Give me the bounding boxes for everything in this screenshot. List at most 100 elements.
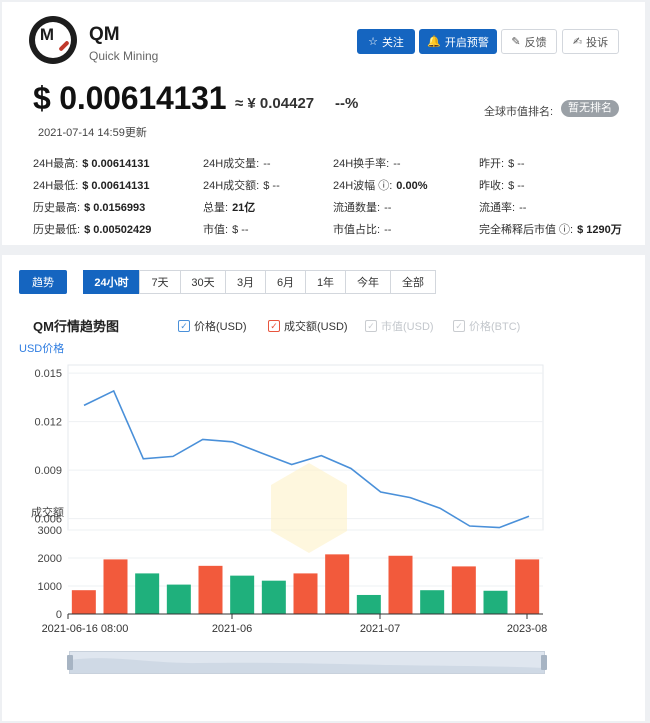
- stat-value: 21亿: [232, 202, 256, 214]
- button-label: 投诉: [586, 36, 609, 49]
- x-tick-label: 2023-08: [507, 623, 547, 635]
- coin-name: Quick Mining: [89, 49, 159, 63]
- x-tick-label: 2021-06-16 08:00: [42, 623, 129, 635]
- stat-item: 24H波幅 ⓘ: 0.00%: [333, 177, 428, 193]
- stat-label: 总量:: [203, 202, 229, 214]
- button-label: 关注: [381, 36, 404, 49]
- y-tick-label: 0.012: [34, 417, 62, 429]
- button-label: 开启预警: [444, 36, 489, 49]
- stat-label: 完全稀释后市值 ⓘ:: [479, 224, 574, 236]
- stat-value: $ 0.00614131: [82, 158, 150, 170]
- stat-item: 流通率: --: [479, 199, 526, 215]
- volume-bar: [483, 590, 508, 614]
- y-tick-label: 0: [56, 609, 62, 621]
- volume-bar: [230, 575, 255, 614]
- volume-bar: [515, 559, 540, 614]
- stat-label: 24H波幅 ⓘ:: [333, 180, 393, 192]
- stat-value: $ 0.00502429: [84, 224, 152, 236]
- chart-card: 趋势 24小时 7天 30天 3月 6月 1年 今年 全部 QM行情趋势图 ✓ 价格(USD) ✓…: [2, 255, 645, 721]
- volume-bar: [325, 554, 350, 614]
- stat-value: $ --: [263, 180, 280, 192]
- star-icon: ☆: [368, 36, 378, 48]
- stat-label: 24H换手率:: [333, 158, 390, 170]
- stat-label: 市值占比:: [333, 224, 381, 236]
- stat-label: 24H最高:: [33, 158, 79, 170]
- price-axis-title: USD价格: [19, 341, 64, 355]
- stat-label: 24H最低:: [33, 180, 79, 192]
- volume-bar: [198, 565, 223, 614]
- y-tick-label: 2000: [38, 553, 62, 565]
- volume-bar: [71, 590, 96, 614]
- stat-item: 24H换手率: --: [333, 155, 401, 171]
- rank-badge: 暂无排名: [561, 100, 619, 117]
- stat-value: $ 0.00614131: [82, 180, 150, 192]
- stat-label: 昨收:: [479, 180, 505, 192]
- button-label: 反馈: [524, 36, 547, 49]
- stat-item: 流通数量: --: [333, 199, 391, 215]
- stat-value: $ 1290万: [577, 224, 622, 236]
- slider-preview: [70, 658, 544, 673]
- stat-label: 昨开:: [479, 158, 505, 170]
- range-slider[interactable]: [67, 651, 547, 674]
- stat-item: 昨收: $ --: [479, 177, 525, 193]
- pen-icon: ✍: [572, 36, 583, 48]
- stat-item: 市值: $ --: [203, 221, 249, 237]
- volume-bar: [356, 594, 381, 614]
- stat-item: 24H成交额: $ --: [203, 177, 280, 193]
- stat-label: 市值:: [203, 224, 229, 236]
- y-tick-label: 0.015: [34, 368, 62, 380]
- stat-value: --: [393, 158, 401, 170]
- stat-label: 24H成交额:: [203, 180, 260, 192]
- edit-icon: ✎: [511, 36, 521, 48]
- stat-item: 总量: 21亿: [203, 199, 255, 215]
- coin-logo: M: [29, 16, 77, 64]
- feedback-button[interactable]: ✎ 反馈: [501, 29, 557, 54]
- price-volume-chart: 0.0060.0090.0120.015USD价格成交额010002000300…: [19, 341, 547, 635]
- y-tick-label: 3000: [38, 525, 62, 537]
- price-usd: $ 0.00614131: [33, 80, 227, 116]
- stat-label: 历史最低:: [33, 224, 81, 236]
- stat-value: $ --: [508, 158, 525, 170]
- stat-label: 流通率:: [479, 202, 516, 214]
- slider-left-handle[interactable]: [67, 655, 73, 670]
- coin-header-card: M QM Quick Mining ☆ 关注 🔔 开启预警 ✎ 反馈 ✍ 投诉 $ 0.006…: [2, 2, 645, 245]
- stat-value: --: [263, 158, 271, 170]
- volume-bar: [261, 580, 286, 614]
- volume-bar: [420, 590, 445, 614]
- volume-axis-title: 成交额: [31, 505, 64, 519]
- stat-value: $ --: [508, 180, 525, 192]
- stat-value: $ --: [232, 224, 249, 236]
- update-time: 2021-07-14 14:59更新: [38, 127, 147, 139]
- volume-bar: [388, 555, 413, 614]
- x-tick-label: 2021-07: [360, 623, 400, 635]
- stat-item: 24H最低: $ 0.00614131: [33, 177, 150, 193]
- volume-bar: [103, 559, 128, 614]
- y-tick-label: 1000: [38, 581, 62, 593]
- stat-label: 历史最高:: [33, 202, 81, 214]
- coin-symbol: QM: [89, 24, 120, 45]
- x-tick-label: 2021-06: [212, 623, 252, 635]
- stat-item: 24H最高: $ 0.00614131: [33, 155, 150, 171]
- y-tick-label: 0.009: [34, 465, 62, 477]
- follow-button[interactable]: ☆ 关注: [357, 29, 415, 54]
- volume-bar: [293, 573, 318, 614]
- stat-value: 0.00%: [396, 180, 428, 192]
- stat-label: 24H成交量:: [203, 158, 260, 170]
- rank-label: 全球市值排名:: [484, 106, 554, 118]
- stat-item: 历史最低: $ 0.00502429: [33, 221, 151, 237]
- price-change: --%: [335, 95, 359, 112]
- stat-value: --: [384, 224, 392, 236]
- volume-bar: [135, 573, 160, 614]
- stat-value: --: [384, 202, 392, 214]
- watermark-logo: [271, 463, 347, 553]
- complaint-button[interactable]: ✍ 投诉: [562, 29, 619, 54]
- bell-icon: 🔔: [427, 36, 441, 48]
- stat-item: 24H成交量: --: [203, 155, 271, 171]
- slider-right-handle[interactable]: [541, 655, 547, 670]
- volume-bar: [166, 584, 191, 614]
- alert-button[interactable]: 🔔 开启预警: [419, 29, 497, 54]
- stat-value: --: [519, 202, 527, 214]
- stat-item: 市值占比: --: [333, 221, 391, 237]
- volume-bar: [451, 566, 476, 614]
- price-cny: ≈ ¥ 0.04427: [235, 95, 315, 112]
